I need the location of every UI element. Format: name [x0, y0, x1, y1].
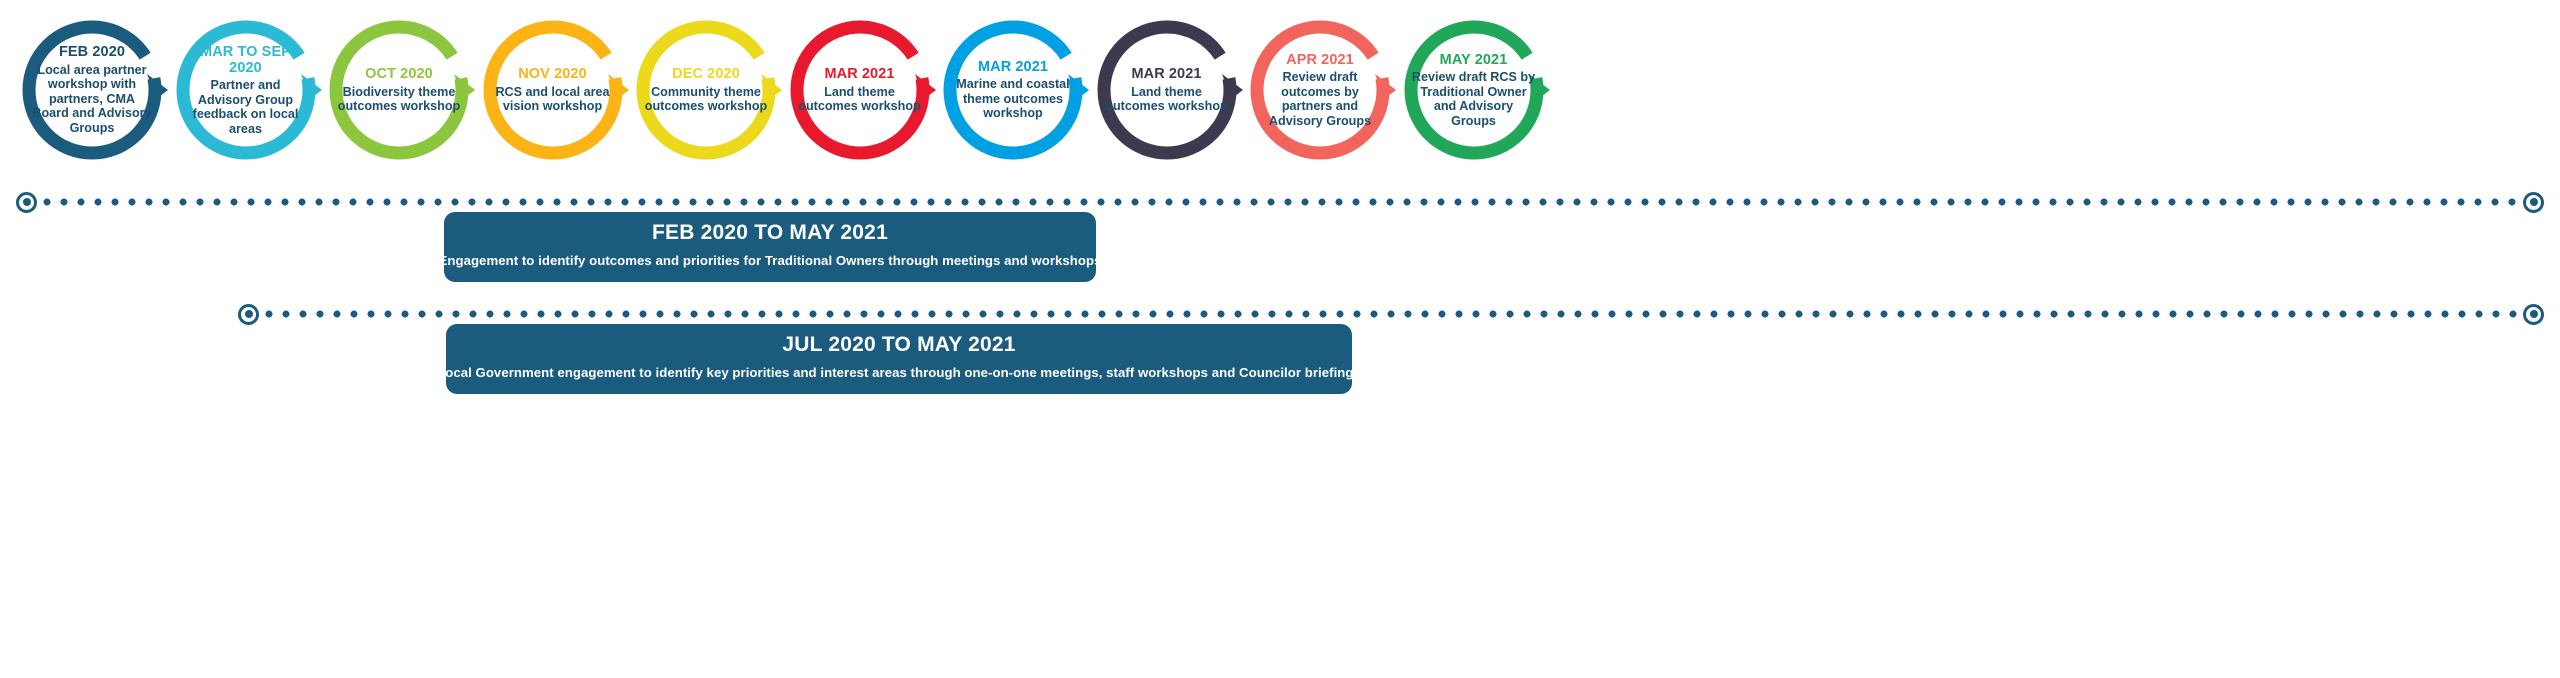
milestone-ring-icon	[329, 20, 475, 160]
milestone-ring-icon	[1404, 20, 1550, 160]
milestone-ring-wrapper	[937, 14, 1089, 166]
milestone-ring-icon	[943, 20, 1089, 160]
milestone-3[interactable]: OCT 2020 Biodiversity theme outcomes work…	[323, 14, 475, 166]
milestone-4[interactable]: NOV 2020 RCS and local area vision worksh…	[477, 14, 629, 166]
line-2-end-marker-icon	[2523, 303, 2544, 325]
engagement-band-1: FEB 2020 TO MAY 2021 Engagement to ident…	[439, 212, 1101, 282]
milestone-9[interactable]: APR 2021 Review draft outcomes by partner…	[1244, 14, 1396, 166]
milestone-10[interactable]: MAY 2021 Review draft RCS by Traditional …	[1398, 14, 1550, 166]
line-1-dot-track	[43, 198, 2517, 206]
line-2-dot-track	[265, 310, 2517, 318]
milestone-circle-row: FEB 2020 Local area partner workshop with…	[0, 0, 2560, 178]
milestone-ring-icon	[483, 20, 629, 160]
dotted-connector-line-2	[238, 303, 2544, 325]
milestone-ring-wrapper	[170, 14, 322, 166]
line-1-start-marker-icon	[16, 191, 37, 213]
milestone-ring-wrapper	[630, 14, 782, 166]
band-1-title: FEB 2020 TO MAY 2021	[652, 220, 888, 244]
milestone-6[interactable]: MAR 2021 Land theme outcomes workshop	[784, 14, 936, 166]
dotted-connector-line-1	[16, 191, 2544, 213]
milestone-ring-icon	[176, 20, 322, 160]
milestone-ring-wrapper	[323, 14, 475, 166]
line-1-end-marker-icon	[2523, 191, 2544, 213]
milestone-ring-wrapper	[1244, 14, 1396, 166]
milestone-ring-wrapper	[784, 14, 936, 166]
milestone-1[interactable]: FEB 2020 Local area partner workshop with…	[16, 14, 168, 166]
milestone-ring-icon	[1097, 20, 1243, 160]
milestone-8[interactable]: MAR 2021 Land theme outcomes workshop	[1091, 14, 1243, 166]
band-2-title: JUL 2020 TO MAY 2021	[782, 332, 1016, 356]
band-2-subtitle: Local Government engagement to identify …	[437, 364, 1361, 380]
milestone-7[interactable]: MAR 2021 Marine and coastal theme outcome…	[937, 14, 1089, 166]
milestone-2[interactable]: MAR TO SEP 2020 Partner and Advisory Grou…	[170, 14, 322, 166]
milestone-ring-icon	[790, 20, 936, 160]
engagement-band-2: JUL 2020 TO MAY 2021 Local Government en…	[437, 324, 1361, 394]
milestone-ring-wrapper	[1398, 14, 1550, 166]
milestone-ring-icon	[636, 20, 782, 160]
milestone-ring-wrapper	[16, 14, 168, 166]
band-1-subtitle: Engagement to identify outcomes and prio…	[438, 252, 1102, 268]
milestone-ring-icon	[1250, 20, 1396, 160]
milestone-ring-wrapper	[1091, 14, 1243, 166]
milestone-5[interactable]: DEC 2020 Community theme outcomes worksho…	[630, 14, 782, 166]
timeline-infographic: FEB 2020 Local area partner workshop with…	[0, 0, 2560, 678]
milestone-ring-wrapper	[477, 14, 629, 166]
milestone-ring-icon	[22, 20, 168, 160]
line-2-start-marker-icon	[238, 303, 259, 325]
